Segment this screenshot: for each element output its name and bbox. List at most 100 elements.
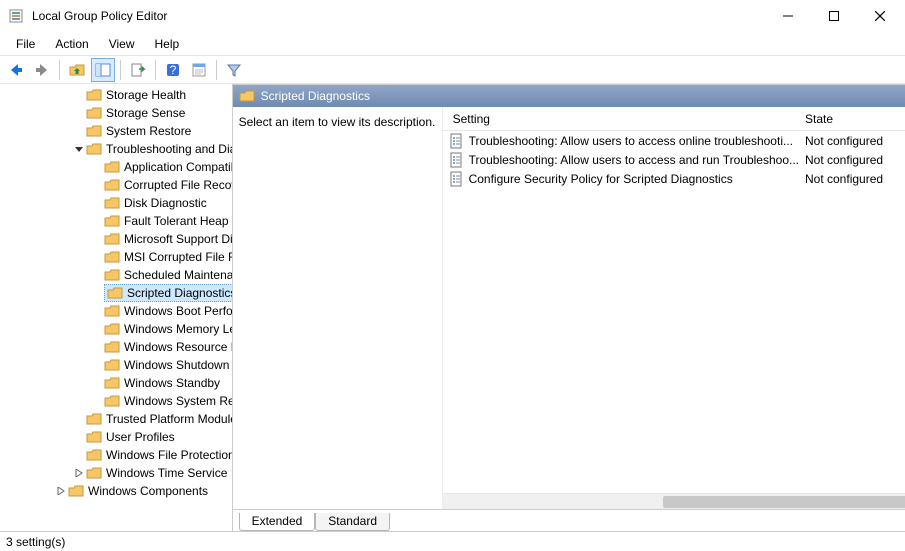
tree-label: Windows Time Service	[106, 466, 227, 480]
tree-label: Windows Resource Exhaustion	[124, 340, 233, 354]
minimize-button[interactable]	[765, 0, 811, 32]
tree-item[interactable]: System Restore	[0, 122, 232, 140]
folder-icon	[104, 339, 120, 355]
tree-item[interactable]: Microsoft Support Diagnostic Tool	[0, 230, 232, 248]
toolbar-back-button[interactable]	[4, 58, 28, 82]
folder-icon	[104, 213, 120, 229]
menu-view[interactable]: View	[99, 34, 145, 54]
setting-state: Not configured	[805, 153, 905, 167]
tree-label: Windows File Protection	[106, 448, 233, 462]
tree-item[interactable]: Application Compatibility	[0, 158, 232, 176]
folder-icon	[86, 123, 102, 139]
column-setting[interactable]: Setting	[443, 112, 805, 126]
tree-item[interactable]: Windows Boot Performance	[0, 302, 232, 320]
tree-label: Trusted Platform Module	[106, 412, 233, 426]
tree-label: Windows Boot Performance	[124, 304, 233, 318]
policy-icon	[449, 152, 465, 168]
column-state[interactable]: State	[805, 112, 905, 126]
tree-item[interactable]: Windows Memory Leak	[0, 320, 232, 338]
tree-item[interactable]: Fault Tolerant Heap	[0, 212, 232, 230]
tree-item[interactable]: Windows File Protection	[0, 446, 232, 464]
tab-standard[interactable]: Standard	[315, 513, 390, 531]
maximize-button[interactable]	[811, 0, 857, 32]
menu-action[interactable]: Action	[45, 34, 98, 54]
folder-icon	[68, 483, 84, 499]
folder-icon	[104, 303, 120, 319]
toolbar-export-button[interactable]	[126, 58, 150, 82]
tree-pane[interactable]: Storage HealthStorage Sense System Restor…	[0, 84, 233, 531]
tree-item[interactable]: Windows System Responsiveness	[0, 392, 232, 410]
folder-icon	[104, 375, 120, 391]
close-button[interactable]	[857, 0, 903, 32]
tree-twisty[interactable]	[72, 145, 86, 153]
tree-label: Scheduled Maintenance	[124, 268, 233, 282]
toolbar-help-button[interactable]: ?	[161, 58, 185, 82]
folder-icon	[107, 285, 123, 301]
folder-icon	[86, 87, 102, 103]
toolbar: ?	[0, 56, 905, 84]
folder-icon	[104, 231, 120, 247]
folder-icon	[86, 105, 102, 121]
right-pane: Scripted Diagnostics Select an item to v…	[233, 84, 905, 531]
menu-file[interactable]: File	[6, 34, 45, 54]
toolbar-separator	[216, 60, 217, 80]
tree-item[interactable]: Storage Sense	[0, 104, 232, 122]
settings-list: Setting State Troubleshooting: Allow use…	[443, 107, 905, 509]
details-title: Scripted Diagnostics	[261, 89, 370, 103]
toolbar-up-button[interactable]	[65, 58, 89, 82]
titlebar: Local Group Policy Editor	[0, 0, 905, 32]
toolbar-console-tree-button[interactable]	[91, 58, 115, 82]
tree-item[interactable]: Windows Components	[0, 482, 232, 500]
folder-icon	[86, 411, 102, 427]
folder-icon	[86, 465, 102, 481]
tree-item[interactable]: Storage Health	[0, 86, 232, 104]
tree-label: Windows Standby	[124, 376, 220, 390]
window-title: Local Group Policy Editor	[32, 9, 167, 23]
toolbar-separator	[155, 60, 156, 80]
folder-icon	[86, 447, 102, 463]
tree-twisty[interactable]	[72, 469, 86, 477]
tree-item[interactable]: User Profiles	[0, 428, 232, 446]
horizontal-scrollbar[interactable]	[443, 493, 905, 509]
view-tabs: Extended Standard	[233, 509, 905, 531]
scrollbar-thumb[interactable]	[663, 496, 905, 508]
tree-label: Microsoft Support Diagnostic Tool	[124, 232, 233, 246]
statusbar: 3 setting(s)	[0, 531, 905, 551]
tree-item[interactable]: Windows Time Service	[0, 464, 232, 482]
tree-item[interactable]: Disk Diagnostic	[0, 194, 232, 212]
toolbar-properties-button[interactable]	[187, 58, 211, 82]
setting-name: Troubleshooting: Allow users to access a…	[469, 153, 805, 167]
tree-label: Windows Memory Leak	[124, 322, 233, 336]
setting-row[interactable]: Troubleshooting: Allow users to access o…	[443, 131, 905, 150]
tree-item[interactable]: Windows Standby	[0, 374, 232, 392]
toolbar-separator	[120, 60, 121, 80]
status-text: 3 setting(s)	[6, 535, 75, 549]
tree-label: Troubleshooting and Diagnostics	[106, 142, 233, 156]
tree-item[interactable]: Trusted Platform Module	[0, 410, 232, 428]
description-panel: Select an item to view its description.	[233, 107, 443, 509]
tree-item[interactable]: Scripted Diagnostics	[0, 284, 232, 302]
folder-icon	[86, 141, 102, 157]
folder-icon	[104, 357, 120, 373]
menu-help[interactable]: Help	[145, 34, 190, 54]
tree-item[interactable]: Corrupted File Recovery	[0, 176, 232, 194]
list-header: Setting State	[443, 107, 905, 131]
tree-label: System Restore	[106, 124, 191, 138]
tree-label: Windows Shutdown	[124, 358, 229, 372]
toolbar-filter-button[interactable]	[222, 58, 246, 82]
folder-icon	[104, 267, 120, 283]
setting-name: Configure Security Policy for Scripted D…	[469, 172, 805, 186]
tree-item[interactable]: Troubleshooting and Diagnostics	[0, 140, 232, 158]
tree-item[interactable]: Windows Shutdown	[0, 356, 232, 374]
setting-row[interactable]: Configure Security Policy for Scripted D…	[443, 169, 905, 188]
tree-label: Windows System Responsiveness	[124, 394, 233, 408]
tab-extended[interactable]: Extended	[239, 513, 316, 531]
tree-item[interactable]: Windows Resource Exhaustion	[0, 338, 232, 356]
toolbar-forward-button[interactable]	[30, 58, 54, 82]
folder-icon	[104, 249, 120, 265]
setting-state: Not configured	[805, 172, 905, 186]
tree-twisty[interactable]	[54, 487, 68, 495]
setting-row[interactable]: Troubleshooting: Allow users to access a…	[443, 150, 905, 169]
tree-item[interactable]: MSI Corrupted File Recovery	[0, 248, 232, 266]
tree-item[interactable]: Scheduled Maintenance	[0, 266, 232, 284]
